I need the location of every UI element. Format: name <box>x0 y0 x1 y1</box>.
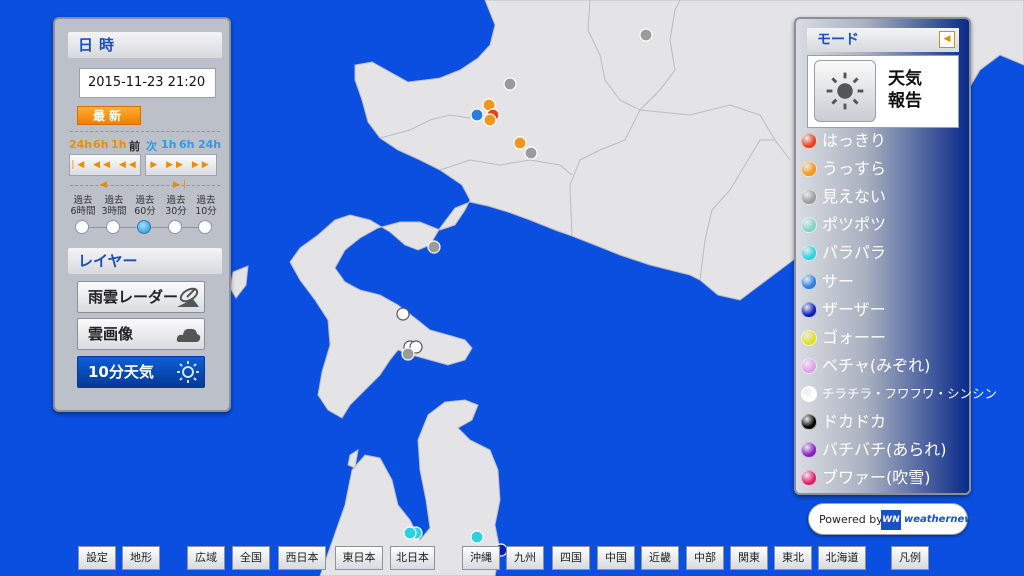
datetime-display[interactable]: 2015-11-23 21:20 <box>79 68 216 98</box>
step-back-buttons[interactable]: |◀ ◀◀ ◀◀ ◀ <box>69 154 141 190</box>
powered-by-text: Powered by <box>819 513 883 526</box>
mode-icon-button[interactable] <box>814 60 876 122</box>
region-button[interactable]: 地形 <box>122 546 160 570</box>
legend-color-dot <box>801 442 817 459</box>
legend-label: ドカドカ <box>822 412 887 431</box>
legend-color-dot <box>801 357 817 374</box>
legend-color-dot <box>801 245 817 262</box>
step-forward-buttons[interactable]: ▶ ▶▶ ▶▶ ▶| <box>145 154 217 190</box>
region-button[interactable]: 沖縄 <box>462 546 500 570</box>
mode-label: 天気 報告 <box>888 69 922 111</box>
powered-by-badge[interactable]: Powered by WN weathernews <box>808 503 979 535</box>
past-30m-label: 過去 30分 <box>165 195 187 217</box>
cloud-layer-label: 雲画像 <box>88 325 134 343</box>
weathernews-name: weathernews <box>904 514 980 525</box>
legend-label: はっきり <box>822 131 887 150</box>
step-forward-24h-label: 24h <box>198 138 222 151</box>
region-button[interactable]: 東北 <box>774 546 812 570</box>
sun-icon <box>177 361 199 383</box>
region-button[interactable]: 近畿 <box>641 546 679 570</box>
control-panel: 日時 2015-11-23 21:20 最新 24h 6h 1h 前 次 1h … <box>53 17 231 412</box>
region-button[interactable]: 北日本 <box>390 546 435 570</box>
legend-color-dot <box>801 161 817 178</box>
region-button[interactable]: 関東 <box>730 546 768 570</box>
legend-color-dot <box>801 470 817 487</box>
legend-label: 見えない <box>822 187 887 207</box>
ten-minute-weather-label: 10分天気 <box>88 363 154 381</box>
step-forward-6h-label: 6h <box>179 138 195 151</box>
legend-color-dot <box>801 273 817 290</box>
cloud-icon <box>176 328 201 342</box>
legend-label: うっすら <box>822 159 887 179</box>
legend-label: チラチラ・フワフワ・シンシン <box>822 385 998 401</box>
divider <box>70 131 220 132</box>
legend-label: バチバチ(あられ) <box>822 440 947 460</box>
past-slider-stop-selected[interactable] <box>137 220 151 234</box>
region-button[interactable]: 広域 <box>187 546 225 570</box>
past-slider-stop[interactable] <box>106 220 120 234</box>
step-forward-1h-label: 1h <box>161 138 177 151</box>
latest-button[interactable]: 最新 <box>77 106 141 125</box>
weathernews-logo: WN <box>881 510 901 530</box>
radar-layer-button[interactable]: 雨雲レーダー <box>77 281 205 313</box>
past-6h-label: 過去 6時間 <box>70 195 96 217</box>
legend-label: ブワァー(吹雪) <box>822 468 931 488</box>
region-button[interactable]: 凡例 <box>891 546 929 570</box>
mode-title: モード <box>817 32 859 48</box>
legend-color-dot <box>801 414 817 430</box>
legend-label: ザーザー <box>822 299 886 319</box>
legend-color-dot <box>801 329 817 346</box>
radar-layer-label: 雨雲レーダー <box>88 288 179 306</box>
region-button[interactable]: 全国 <box>232 546 270 570</box>
ten-minute-weather-button[interactable]: 10分天気 <box>77 356 205 388</box>
region-button[interactable]: 設定 <box>78 546 116 570</box>
legend-label: ベチャ(みぞれ) <box>822 355 931 375</box>
collapse-arrow-icon[interactable]: ◀ <box>939 31 955 48</box>
region-button[interactable]: 九州 <box>506 546 544 570</box>
legend-color-dot <box>801 217 817 234</box>
divider <box>70 185 220 186</box>
datetime-header: 日時 <box>68 32 222 58</box>
layer-header: レイヤー <box>68 248 222 274</box>
legend-color-dot <box>801 189 817 206</box>
mode-header: モード ◀ <box>807 28 959 52</box>
region-button[interactable]: 中部 <box>686 546 724 570</box>
region-button[interactable]: 北海道 <box>818 546 866 570</box>
radar-icon <box>177 287 199 307</box>
cloud-layer-button[interactable]: 雲画像 <box>77 318 205 350</box>
next-label: 次 <box>146 140 157 153</box>
past-3h-label: 過去 3時間 <box>101 195 127 217</box>
region-button[interactable]: 東日本 <box>335 546 383 570</box>
region-button[interactable]: 四国 <box>552 546 590 570</box>
legend-label: パラパラ <box>822 243 886 263</box>
legend-label: サー <box>822 271 855 291</box>
step-back-6h-label: 6h <box>93 138 109 151</box>
mode-selector[interactable]: 天気 報告 <box>807 55 959 128</box>
past-slider-stop[interactable] <box>75 220 89 234</box>
past-10m-label: 過去 10分 <box>195 195 217 217</box>
region-button[interactable]: 中国 <box>597 546 635 570</box>
past-slider-stop[interactable] <box>198 220 212 234</box>
prev-label: 前 <box>129 140 140 153</box>
step-back-1h-label: 1h <box>111 138 127 151</box>
past-60m-label: 過去 60分 <box>134 195 156 217</box>
legend-label: ポツポツ <box>822 215 887 235</box>
legend-color-dot <box>801 133 817 149</box>
legend-label: ゴォーー <box>822 327 887 347</box>
step-back-24h-label: 24h <box>69 138 93 151</box>
sun-icon <box>826 72 864 110</box>
legend-color-dot <box>801 301 817 318</box>
mode-legend-panel: モード ◀ 天気 報告 はっきりうっすら見えないポツポツパラパラサーザーザーゴォー… <box>794 17 997 495</box>
region-button[interactable]: 西日本 <box>278 546 326 570</box>
legend-color-dot <box>801 385 817 402</box>
past-slider-stop[interactable] <box>168 220 182 234</box>
